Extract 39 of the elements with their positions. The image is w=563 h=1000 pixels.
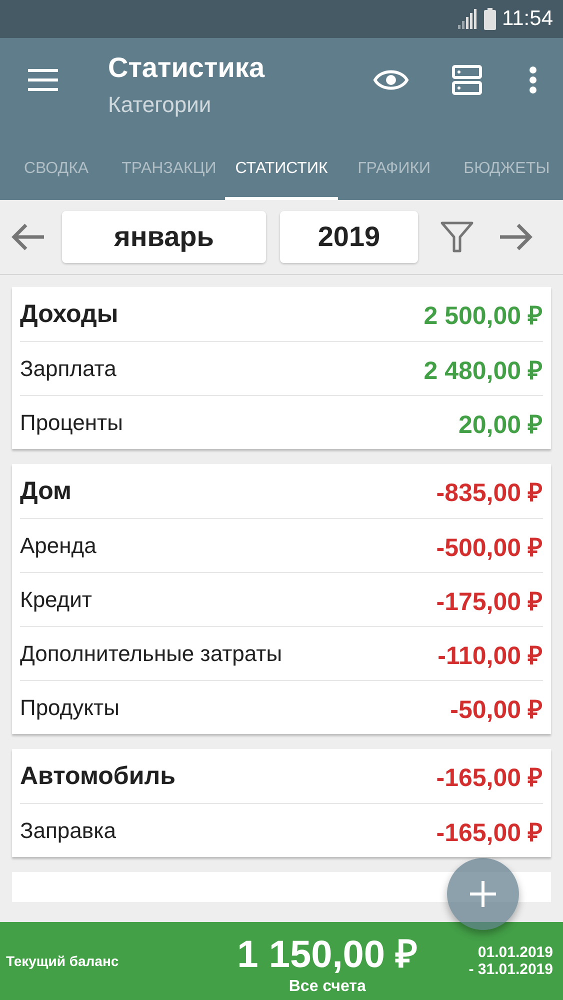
tab[interactable]: ГРАФИКИ bbox=[338, 141, 450, 200]
subcategory-amount: 20,00 ₽ bbox=[458, 410, 543, 440]
tab[interactable]: ТРАНЗАКЦИ bbox=[112, 141, 226, 200]
subcategory-name: Зарплата bbox=[20, 356, 116, 382]
category-total: -835,00 ₽ bbox=[436, 478, 543, 508]
subcategory-name: Проценты bbox=[20, 410, 123, 436]
battery-icon bbox=[484, 8, 496, 30]
subcategory-name: Продукты bbox=[20, 694, 120, 720]
plus-icon bbox=[470, 881, 496, 907]
signal-icon bbox=[458, 9, 478, 29]
subcategory-amount: -500,00 ₽ bbox=[436, 532, 543, 562]
date-to: - 31.01.2019 bbox=[468, 961, 553, 978]
category-name: Доходы bbox=[20, 300, 118, 328]
category-name: Дом bbox=[20, 476, 72, 506]
screen-title: Статистика bbox=[108, 52, 266, 84]
balance-label: Текущий баланс bbox=[6, 953, 120, 969]
tab[interactable]: СВОДКА bbox=[0, 141, 113, 200]
tab[interactable]: СТАТИСТИК bbox=[225, 141, 338, 200]
subcategory-name: Дополнительные затраты bbox=[20, 640, 282, 666]
subcategory-amount: -175,00 ₽ bbox=[436, 586, 543, 616]
category-name: Автомобиль bbox=[20, 762, 176, 790]
subcategory-name: Заправка bbox=[20, 818, 116, 844]
subcategory-amount: -110,00 ₽ bbox=[438, 640, 543, 670]
subcategory-name: Кредит bbox=[20, 586, 92, 612]
add-button[interactable] bbox=[447, 858, 519, 930]
subcategory-amount: -165,00 ₽ bbox=[436, 818, 543, 848]
category-total: -165,00 ₽ bbox=[436, 763, 543, 793]
subcategory-amount: 2 480,00 ₽ bbox=[424, 356, 543, 386]
month-picker[interactable]: январь bbox=[62, 211, 266, 263]
year-picker[interactable]: 2019 bbox=[280, 211, 418, 263]
subcategory-name: Аренда bbox=[20, 532, 96, 558]
accounts-label: Все счета bbox=[288, 978, 366, 996]
clock-time: 11:54 bbox=[502, 7, 553, 31]
balance-amount: 1 150,00 ₽ bbox=[237, 933, 418, 978]
date-from: 01.01.2019 bbox=[478, 944, 553, 961]
tab[interactable]: БЮДЖЕТЫ bbox=[450, 141, 563, 200]
category-total: 2 500,00 ₽ bbox=[424, 301, 543, 331]
screen-subtitle: Категории bbox=[108, 92, 212, 118]
subcategory-amount: -50,00 ₽ bbox=[450, 694, 543, 724]
